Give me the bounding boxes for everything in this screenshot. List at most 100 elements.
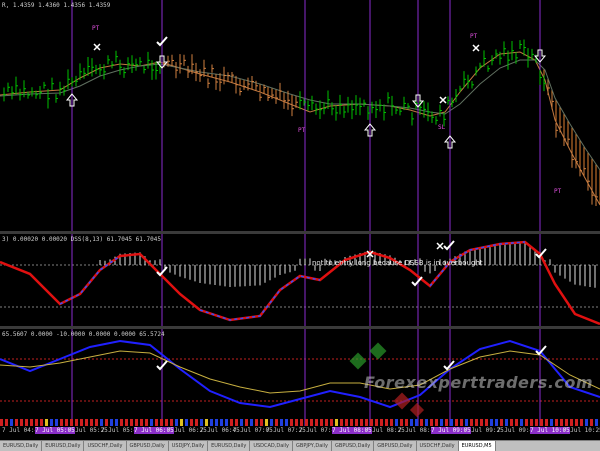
signal-bar — [235, 419, 238, 426]
signal-bar — [210, 419, 213, 426]
signal-bar — [380, 419, 383, 426]
signal-bar — [175, 419, 178, 426]
signal-bar — [535, 419, 538, 426]
time-axis-label: 7 Jul 10:25 — [563, 427, 600, 434]
signal-bar — [60, 419, 63, 426]
signal-bar — [570, 419, 573, 426]
signal-bar — [300, 419, 303, 426]
signal-bar — [440, 419, 443, 426]
signal-bar — [400, 419, 403, 426]
signal-bar — [265, 419, 268, 426]
signal-bar — [480, 419, 483, 426]
signal-bar — [165, 419, 168, 426]
signal-bar — [415, 419, 418, 426]
signal-bar — [15, 419, 18, 426]
price-chart[interactable] — [0, 0, 600, 231]
signal-bar — [525, 419, 528, 426]
signal-bar — [510, 419, 513, 426]
signal-bar — [575, 419, 578, 426]
signal-bar — [205, 419, 208, 426]
dss-annotation: not to entry long because DSSB is in ove… — [312, 259, 483, 267]
signal-bar — [35, 419, 38, 426]
signal-bar — [255, 419, 258, 426]
check-mark-icon — [443, 240, 455, 251]
signal-bar — [580, 419, 583, 426]
signal-bar — [365, 419, 368, 426]
price-chart-panel[interactable]: R, 1.4359 1.4360 1.4356 1.4359 PT PT SL … — [0, 0, 600, 231]
signal-bar — [120, 419, 123, 426]
check-mark-icon — [411, 276, 423, 287]
signal-bar — [275, 419, 278, 426]
signal-bar — [150, 419, 153, 426]
signal-bar — [355, 419, 358, 426]
watermark-logo-shape — [393, 392, 411, 410]
signal-bar — [20, 419, 23, 426]
signal-bar — [215, 419, 218, 426]
dss-indicator-chart[interactable] — [0, 234, 600, 326]
watermark-text: Forexexperttraders.com — [364, 373, 594, 392]
signal-bar — [485, 419, 488, 426]
signal-bar — [40, 419, 43, 426]
signal-bar — [200, 419, 203, 426]
signal-bar — [285, 419, 288, 426]
cross-mark-icon — [472, 44, 480, 52]
signal-bar — [220, 419, 223, 426]
oscillator-panel[interactable]: 65.5607 0.0000 -10.0000 0.0000 0.0000 65… — [0, 329, 600, 426]
signal-bar — [95, 419, 98, 426]
signal-bar — [70, 419, 73, 426]
signal-bar — [190, 419, 193, 426]
signal-bar — [305, 419, 308, 426]
signal-bar — [55, 419, 58, 426]
signal-bar — [75, 419, 78, 426]
signal-bar — [135, 419, 138, 426]
signal-bar — [475, 419, 478, 426]
dss-indicator-panel[interactable]: 3) 0.00020 0.00020 DSS(8,13) 61.7045 61.… — [0, 234, 600, 326]
signal-bar — [45, 419, 48, 426]
signal-bar — [445, 419, 448, 426]
signal-bar — [80, 419, 83, 426]
pt-marker-label: PT — [298, 127, 306, 134]
signal-bar — [50, 419, 53, 426]
signal-bar — [345, 419, 348, 426]
oscillator-header: 65.5607 0.0000 -10.0000 0.0000 0.0000 65… — [2, 331, 165, 338]
signal-bar — [180, 419, 183, 426]
watermark-logo-shape — [369, 342, 387, 360]
signal-bar — [105, 419, 108, 426]
signal-bar — [5, 419, 8, 426]
signal-bar — [140, 419, 143, 426]
signal-bar — [110, 419, 113, 426]
signal-bar — [335, 419, 338, 426]
signal-bar — [500, 419, 503, 426]
signal-bar — [565, 419, 568, 426]
signal-bar — [10, 419, 13, 426]
signal-bar — [560, 419, 563, 426]
slow-ma-line — [0, 59, 600, 171]
signal-bar — [530, 419, 533, 426]
signal-bar — [390, 419, 393, 426]
cross-mark-icon — [93, 43, 101, 51]
signal-bar — [360, 419, 363, 426]
pt-marker-label: PT — [92, 25, 100, 32]
signal-bar — [85, 419, 88, 426]
signal-bar — [100, 419, 103, 426]
signal-bar — [330, 419, 333, 426]
signal-bar — [315, 419, 318, 426]
signal-bar — [490, 419, 493, 426]
signal-bar — [310, 419, 313, 426]
signal-bar — [245, 419, 248, 426]
sl-marker-label: SL — [438, 124, 446, 131]
signal-bar — [425, 419, 428, 426]
signal-bar — [370, 419, 373, 426]
signal-bar — [340, 419, 343, 426]
signal-bar — [65, 419, 68, 426]
signal-bar — [435, 419, 438, 426]
signal-bar — [450, 419, 453, 426]
pt-marker-label: PT — [470, 33, 478, 40]
signal-bar — [350, 419, 353, 426]
signal-bar — [455, 419, 458, 426]
signal-bar — [30, 419, 33, 426]
price-header: R, 1.4359 1.4360 1.4356 1.4359 — [2, 2, 111, 9]
signal-bar — [405, 419, 408, 426]
signal-bar — [295, 419, 298, 426]
signal-bar — [395, 419, 398, 426]
